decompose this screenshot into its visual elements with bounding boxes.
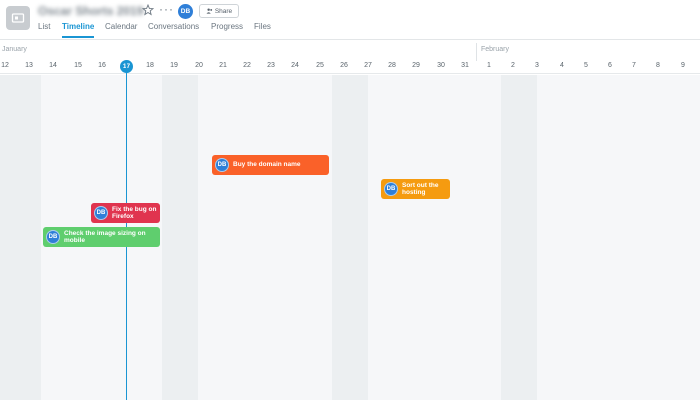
day-number: 12 — [1, 62, 9, 69]
day-number: 8 — [656, 62, 660, 69]
avatar[interactable]: DB — [46, 230, 60, 244]
task-title: Fix the bug on Firefox — [112, 205, 157, 221]
task-bar[interactable]: DB Sort out the hosting — [381, 179, 450, 199]
day-number: 25 — [316, 62, 324, 69]
tab-timeline[interactable]: Timeline — [62, 22, 94, 31]
day-number: 13 — [25, 62, 33, 69]
day-number: 18 — [146, 62, 154, 69]
task-bar[interactable]: DB Check the image sizing on mobile — [43, 227, 160, 247]
day-number: 7 — [632, 62, 636, 69]
task-bar[interactable]: DB Buy the domain name — [212, 155, 329, 175]
active-tab-indicator — [62, 36, 94, 38]
month-label-january: January — [2, 46, 27, 53]
tab-files[interactable]: Files — [254, 22, 271, 31]
day-number: 23 — [267, 62, 275, 69]
day-number: 6 — [608, 62, 612, 69]
project-icon[interactable] — [6, 6, 30, 30]
day-number: 4 — [560, 62, 564, 69]
avatar[interactable]: DB — [215, 158, 229, 172]
share-button-label: Share — [214, 7, 233, 15]
avatar[interactable]: DB — [94, 206, 108, 220]
day-number: 26 — [340, 62, 348, 69]
weekend-band — [332, 75, 368, 400]
day-number: 20 — [195, 62, 203, 69]
avatar[interactable]: DB — [384, 182, 398, 196]
avatar[interactable]: DB — [178, 4, 193, 19]
task-title: Sort out the hosting — [402, 181, 439, 197]
task-bar[interactable]: DB Fix the bug on Firefox — [91, 203, 160, 223]
share-button[interactable]: Share — [199, 4, 239, 18]
project-header: Oscar Shorts 2019 ··· DB Share List Time… — [0, 0, 700, 40]
month-divider — [476, 43, 477, 61]
month-label-february: February — [481, 46, 510, 53]
day-number: 2 — [511, 62, 515, 69]
day-number: 14 — [49, 62, 57, 69]
day-number: 15 — [74, 62, 82, 69]
tab-list[interactable]: List — [38, 22, 50, 31]
weekend-band — [0, 75, 41, 400]
day-number: 5 — [584, 62, 588, 69]
weekend-band — [162, 75, 198, 400]
day-number: 9 — [681, 62, 685, 69]
project-title[interactable]: Oscar Shorts 2019 — [38, 4, 143, 18]
star-icon[interactable] — [142, 4, 154, 16]
day-number: 30 — [437, 62, 445, 69]
day-number: 16 — [98, 62, 106, 69]
day-number: 24 — [291, 62, 299, 69]
day-number: 29 — [412, 62, 420, 69]
day-number: 3 — [535, 62, 539, 69]
people-icon — [206, 8, 212, 14]
app-window-icon — [11, 13, 25, 23]
day-number: 21 — [219, 62, 227, 69]
more-options-icon[interactable]: ··· — [159, 2, 174, 16]
task-title: Buy the domain name — [233, 161, 301, 169]
day-number: 19 — [170, 62, 178, 69]
tab-calendar[interactable]: Calendar — [105, 22, 137, 31]
task-title: Check the image sizing on mobile — [64, 229, 146, 245]
weekend-band — [501, 75, 537, 400]
day-number: 27 — [364, 62, 372, 69]
day-number: 31 — [461, 62, 469, 69]
day-number: 28 — [388, 62, 396, 69]
day-number: 22 — [243, 62, 251, 69]
day-number: 1 — [487, 62, 491, 69]
tab-progress[interactable]: Progress — [211, 22, 243, 31]
tab-conversations[interactable]: Conversations — [148, 22, 199, 31]
day-header-row: 1213141516171819202122232425262728293031… — [0, 60, 700, 74]
